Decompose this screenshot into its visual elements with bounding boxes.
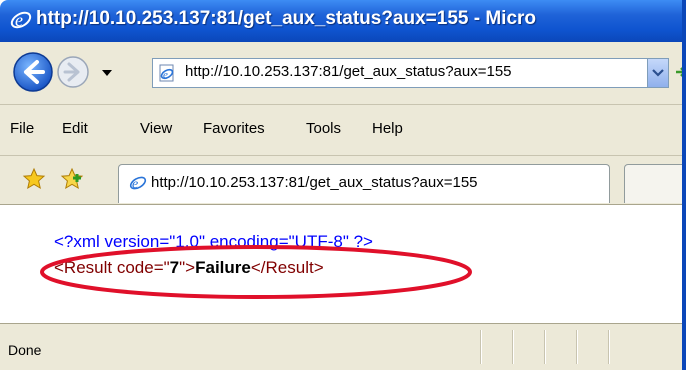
window-border	[682, 0, 686, 370]
favorites-center-star-icon[interactable]	[22, 167, 46, 191]
menu-edit[interactable]: Edit	[62, 120, 88, 137]
svg-text:e: e	[15, 10, 23, 30]
chevron-down-icon	[652, 69, 664, 77]
status-divider	[544, 330, 546, 364]
internet-explorer-icon: e	[129, 176, 147, 192]
add-to-favorites-icon[interactable]	[60, 167, 84, 191]
forward-button[interactable]	[56, 55, 90, 89]
browser-window: e http://10.10.253.137:81/get_aux_status…	[0, 0, 686, 370]
internet-explorer-icon: e	[10, 10, 32, 30]
page-icon: e	[159, 64, 174, 82]
address-bar[interactable]: e http://10.10.253.137:81/get_aux_status…	[152, 58, 669, 88]
tab-toolbar: e http://10.10.253.137:81/get_aux_status…	[0, 156, 686, 205]
url-text: http://10.10.253.137:81/get_aux_status?a…	[185, 63, 512, 80]
menu-bar: File Edit View Favorites Tools Help	[0, 105, 686, 156]
red-highlight-ellipse	[40, 245, 472, 299]
browser-tab[interactable]: e http://10.10.253.137:81/get_aux_status…	[118, 164, 610, 203]
status-bar: Done	[0, 323, 686, 370]
svg-text:e: e	[163, 69, 168, 81]
menu-tools[interactable]: Tools	[306, 120, 341, 137]
menu-help[interactable]: Help	[372, 120, 403, 137]
menu-view[interactable]: View	[140, 120, 172, 137]
status-text: Done	[8, 342, 42, 358]
menu-favorites[interactable]: Favorites	[203, 120, 265, 137]
status-divider	[512, 330, 514, 364]
window-title: http://10.10.253.137:81/get_aux_status?a…	[36, 8, 537, 29]
navigation-toolbar: e http://10.10.253.137:81/get_aux_status…	[0, 42, 686, 105]
recent-pages-dropdown-icon[interactable]	[100, 68, 114, 78]
menu-file[interactable]: File	[10, 120, 34, 137]
svg-text:e: e	[132, 177, 138, 192]
status-divider	[480, 330, 482, 364]
new-tab[interactable]	[624, 164, 686, 203]
tab-title: http://10.10.253.137:81/get_aux_status?a…	[151, 174, 478, 191]
title-bar[interactable]: e http://10.10.253.137:81/get_aux_status…	[0, 0, 686, 42]
address-dropdown-button[interactable]	[647, 59, 668, 87]
back-button[interactable]	[12, 51, 54, 93]
status-divider	[576, 330, 578, 364]
status-divider	[608, 330, 610, 364]
